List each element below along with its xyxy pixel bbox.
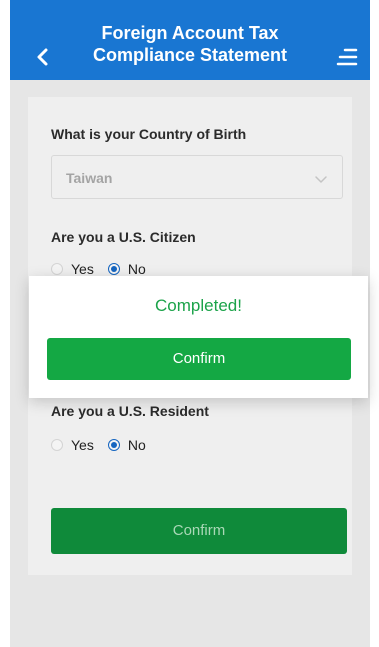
country-of-birth-select[interactable]: Taiwan (51, 155, 343, 199)
chevron-down-icon (314, 172, 328, 183)
us-resident-label: Are you a U.S. Resident (51, 403, 209, 419)
us-citizen-yes-radio[interactable] (51, 263, 63, 276)
us-resident-yes-label: Yes (71, 437, 94, 454)
dialog-confirm-button[interactable]: Confirm (47, 338, 351, 380)
us-citizen-radio-group: Yes No (51, 260, 160, 277)
us-citizen-label: Are you a U.S. Citizen (51, 229, 196, 245)
us-resident-no-radio[interactable] (107, 439, 120, 452)
us-citizen-no-radio[interactable] (107, 263, 120, 276)
app-header: Foreign Account Tax Compliance Statement (10, 0, 370, 80)
menu-icon[interactable] (336, 44, 362, 70)
us-resident-yes-radio[interactable] (51, 439, 63, 452)
us-citizen-no-label: No (127, 261, 146, 278)
country-of-birth-label: What is your Country of Birth (51, 126, 247, 142)
us-resident-no-label: No (127, 437, 146, 454)
page-title: Foreign Account Tax Compliance Statement (92, 23, 288, 65)
completed-dialog: Completed! Confirm (29, 276, 368, 398)
dialog-message: Completed! (155, 296, 242, 315)
us-resident-radio-group: Yes No (51, 436, 160, 453)
country-of-birth-value: Taiwan (66, 170, 113, 186)
us-citizen-yes-label: Yes (71, 261, 94, 278)
back-icon[interactable] (32, 46, 54, 68)
form-confirm-button[interactable]: Confirm (51, 508, 347, 554)
